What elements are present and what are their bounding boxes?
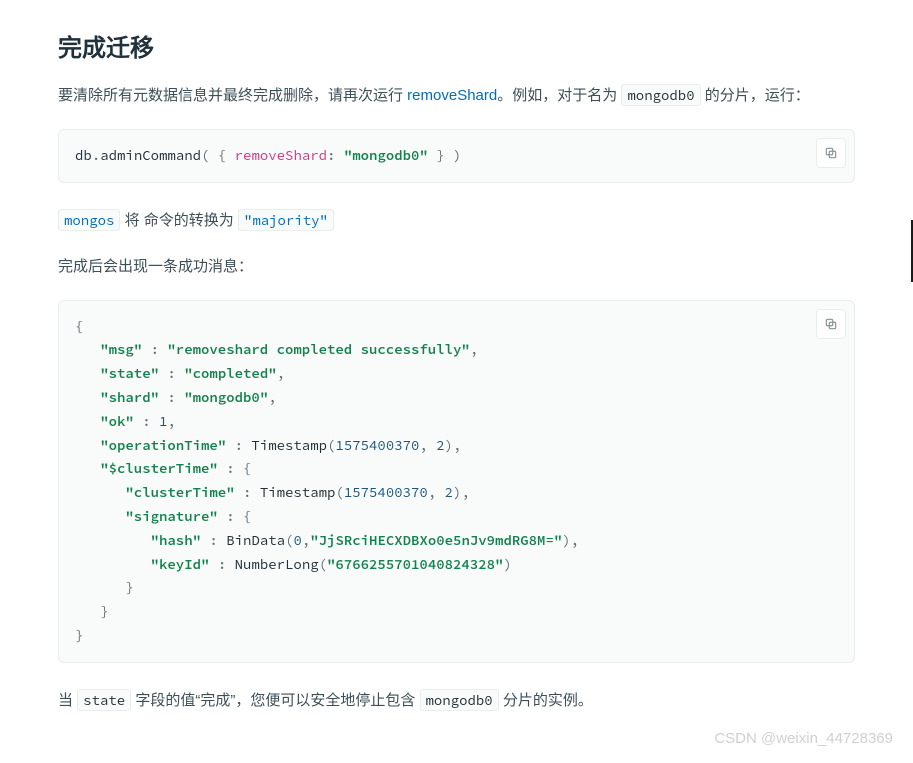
inline-code-mongodb0: mongodb0 (621, 84, 700, 106)
code-token: . (92, 146, 100, 164)
code-token: adminCommand (100, 146, 201, 164)
text: 分片的实例。 (499, 692, 593, 709)
copy-button[interactable] (816, 138, 846, 168)
code-output: { "msg" : "removeshard completed success… (75, 315, 838, 648)
inline-code-state: state (77, 689, 131, 711)
success-paragraph: 完成后会出现一条成功消息： (58, 253, 855, 282)
mongos-paragraph: mongos 将 命令的转换为 "majority" (58, 207, 855, 236)
code-token: } ) (428, 146, 462, 164)
majority-link[interactable]: "majority" (238, 209, 334, 231)
intro-paragraph: 要清除所有元数据信息并最终完成删除，请再次运行 removeShard。例如，对… (58, 82, 855, 111)
copy-icon (824, 146, 838, 160)
section-heading: 完成迁移 (58, 30, 855, 68)
code-block-output: { "msg" : "removeshard completed success… (58, 300, 855, 663)
mongos-link[interactable]: mongos (58, 209, 120, 231)
final-paragraph: 当 state 字段的值“完成”，您便可以安全地停止包含 mongodb0 分片… (58, 687, 855, 716)
code-token: : (327, 146, 344, 164)
copy-icon (824, 317, 838, 331)
code-block-command: db.adminCommand( { removeShard: "mongodb… (58, 129, 855, 183)
text: 将 命令的转换为 (120, 212, 238, 229)
inline-code-mongodb0: mongodb0 (420, 689, 499, 711)
code-token: ( { (201, 146, 235, 164)
code-token: "mongodb0" (344, 146, 428, 164)
text: 。例如，对于名为 (497, 87, 621, 104)
copy-button[interactable] (816, 309, 846, 339)
text: 要清除所有元数据信息并最终完成删除，请再次运行 (58, 87, 407, 104)
text: 字段的值“完成”，您便可以安全地停止包含 (131, 692, 419, 709)
code-token: db (75, 146, 92, 164)
text: 当 (58, 692, 77, 709)
text: 的分片，运行： (701, 87, 810, 104)
watermark: CSDN @weixin_44728369 (714, 727, 893, 751)
remove-shard-link[interactable]: removeShard (407, 87, 497, 104)
code-token: removeShard (235, 146, 327, 164)
